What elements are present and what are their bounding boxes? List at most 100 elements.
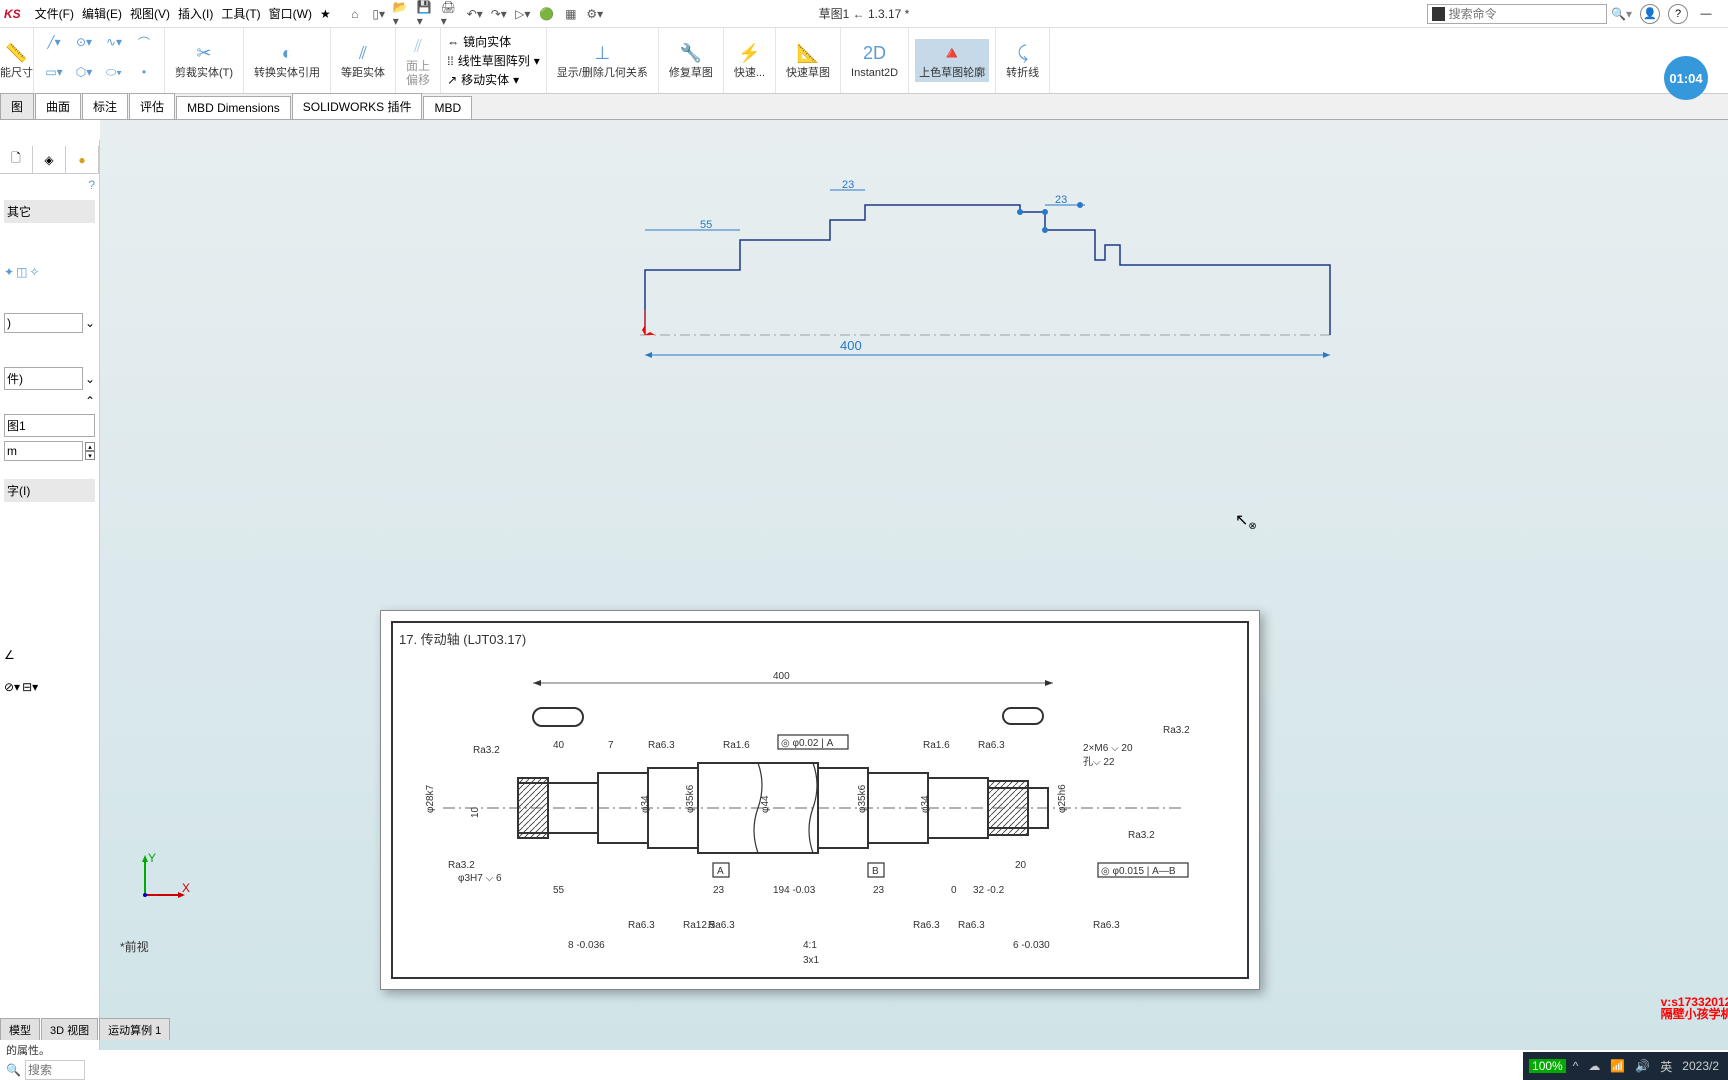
tray-up-icon[interactable]: ^ xyxy=(1570,1059,1582,1073)
rebuild-icon[interactable]: 🟢 xyxy=(537,4,557,24)
circle-icon[interactable]: ⊙▾ xyxy=(70,35,98,49)
dropdown-icon[interactable]: ⌄ xyxy=(85,316,95,330)
field-1[interactable]: ) xyxy=(4,313,83,333)
menu-edit[interactable]: 编辑(E) xyxy=(82,5,122,22)
menu-view[interactable]: 视图(V) xyxy=(130,5,170,22)
sketch-field[interactable]: 图1 xyxy=(4,414,95,437)
star-icon[interactable]: ✦ xyxy=(4,265,14,279)
shade-sketch-button[interactable]: 🔺上色草图轮廓 xyxy=(915,39,989,81)
redo-icon[interactable]: ↷▾ xyxy=(489,4,509,24)
help-icon[interactable]: ? xyxy=(1668,4,1688,24)
blank-field-1[interactable] xyxy=(4,614,95,634)
ellipse-icon[interactable]: ⬭▾ xyxy=(100,65,128,80)
slot-icon[interactable]: ⊟▾ xyxy=(22,680,38,694)
home-icon[interactable]: ⌂ xyxy=(345,4,365,24)
svg-text:Ra3.2: Ra3.2 xyxy=(448,860,475,871)
instant2d-button[interactable]: 2DInstant2D xyxy=(847,39,902,81)
svg-text:23: 23 xyxy=(713,885,725,896)
star2-icon[interactable]: ✧ xyxy=(29,265,39,279)
repair-button[interactable]: 🔧修复草图 xyxy=(665,39,717,81)
polygon-icon[interactable]: ⬡▾ xyxy=(70,65,98,79)
quick2-icon: 📐 xyxy=(796,41,820,65)
tab-plugin[interactable]: SOLIDWORKS 插件 xyxy=(292,93,423,119)
svg-text:A: A xyxy=(717,866,724,877)
menu-tools[interactable]: 工具(T) xyxy=(221,5,260,22)
menu-bar: KS 文件(F) 编辑(E) 视图(V) 插入(I) 工具(T) 窗口(W) ★… xyxy=(0,0,1728,28)
quick-button[interactable]: ⚡快速... xyxy=(730,39,769,81)
point-icon[interactable]: • xyxy=(130,65,158,79)
instant-icon: 2D xyxy=(863,41,887,65)
tray-ime[interactable]: 英 xyxy=(1657,1058,1675,1075)
step-up-icon[interactable]: ▴ xyxy=(85,442,95,451)
tray-sound-icon[interactable]: 🔊 xyxy=(1632,1059,1653,1073)
user-icon[interactable]: 👤 xyxy=(1640,4,1660,24)
surface-offset-button[interactable]: ⫽面上偏移 xyxy=(402,32,434,88)
mirror-button[interactable]: ⇔镜向实体 xyxy=(447,33,511,50)
tab-surface[interactable]: 曲面 xyxy=(35,93,81,119)
config-tab-icon[interactable]: ◈ xyxy=(33,146,66,173)
tray-wifi-icon[interactable]: 📶 xyxy=(1607,1059,1628,1073)
tab-3dview[interactable]: 3D 视图 xyxy=(41,1018,98,1040)
search-dropdown-icon[interactable]: 🔍▾ xyxy=(1611,7,1632,21)
tab-annotation[interactable]: 标注 xyxy=(82,93,128,119)
convert-button[interactable]: ◐转换实体引用 xyxy=(250,39,324,81)
menu-window[interactable]: 窗口(W) xyxy=(269,5,312,22)
save-icon[interactable]: 💾▾ xyxy=(417,4,437,24)
cube-icon[interactable]: ◫ xyxy=(16,265,27,279)
name-text-field[interactable] xyxy=(4,504,95,554)
svg-text:194 -0.03: 194 -0.03 xyxy=(773,885,816,896)
offset-button[interactable]: ⫽等距实体 xyxy=(337,39,389,81)
svg-text:4:1: 4:1 xyxy=(803,940,817,951)
options-icon[interactable]: ▦ xyxy=(561,4,581,24)
smart-dim-button[interactable]: 📏 能尺寸 xyxy=(0,39,37,81)
undo-icon[interactable]: ↶▾ xyxy=(465,4,485,24)
tab-evaluate[interactable]: 评估 xyxy=(129,93,175,119)
fm-tab-icon[interactable]: 🗋 xyxy=(0,146,33,173)
print-icon[interactable]: 🖨▾ xyxy=(441,4,461,24)
footer-search-input[interactable] xyxy=(25,1060,85,1080)
trim-button[interactable]: ✂剪裁实体(T) xyxy=(171,39,237,81)
diam-icon[interactable]: ⊘▾ xyxy=(4,680,20,694)
minimize-icon[interactable]: — xyxy=(1696,4,1716,24)
quick-sketch-button[interactable]: 📐快速草图 xyxy=(782,39,834,81)
break-line-button[interactable]: ⤹转折线 xyxy=(1002,39,1043,81)
appearance-tab-icon[interactable]: ● xyxy=(66,146,99,173)
m-field[interactable]: m xyxy=(4,441,83,461)
line-icon[interactable]: ╱▾ xyxy=(40,35,68,49)
new-icon[interactable]: ▯▾ xyxy=(369,4,389,24)
zoom-indicator[interactable]: 100% xyxy=(1529,1059,1566,1073)
command-search[interactable] xyxy=(1427,4,1607,24)
rect-icon[interactable]: ▭▾ xyxy=(40,65,68,79)
dropdown-icon[interactable]: ⌄ xyxy=(85,372,95,386)
coord-triad[interactable]: Y X xyxy=(130,850,190,910)
tray-time[interactable]: 2023/2 xyxy=(1679,1059,1722,1073)
spline-icon[interactable]: ∿▾ xyxy=(100,35,128,49)
drawing-title: 17. 传动轴 (LJT03.17) xyxy=(399,632,526,647)
open-icon[interactable]: 📂▾ xyxy=(393,4,413,24)
graphics-canvas[interactable]: 23 23 55 400 17. 传动轴 (LJT03.17) 400 xyxy=(100,120,1728,1050)
menu-file[interactable]: 文件(F) xyxy=(35,5,74,22)
pattern-button[interactable]: ⁞⁞线性草图阵列▾ xyxy=(447,52,540,69)
tab-mbd-dim[interactable]: MBD Dimensions xyxy=(176,96,291,119)
command-search-input[interactable] xyxy=(1449,7,1602,21)
select-icon[interactable]: ▷▾ xyxy=(513,4,533,24)
field-2[interactable]: 件) xyxy=(4,367,83,390)
menu-insert[interactable]: 插入(I) xyxy=(178,5,213,22)
display-relations-button[interactable]: ⊥显示/删除几何关系 xyxy=(553,39,652,81)
gear-icon[interactable]: ⚙▾ xyxy=(585,4,605,24)
menu-star[interactable]: ★ xyxy=(320,7,331,21)
tray-cloud-icon[interactable]: ☁ xyxy=(1585,1059,1603,1073)
chevron-up-icon[interactable]: ⌃ xyxy=(85,394,95,408)
tab-motion[interactable]: 运动算例 1 xyxy=(99,1018,170,1040)
tab-sketch[interactable]: 图 xyxy=(0,93,34,119)
panel-help-icon[interactable]: ? xyxy=(88,178,95,192)
svg-text:Ra3.2: Ra3.2 xyxy=(473,745,500,756)
tab-mbd[interactable]: MBD xyxy=(423,96,472,119)
move-button[interactable]: ↗移动实体▾ xyxy=(447,71,519,88)
svg-text:X: X xyxy=(182,881,190,895)
arc-icon[interactable]: ⌒ xyxy=(130,34,158,51)
step-down-icon[interactable]: ▾ xyxy=(85,451,95,460)
angle-icon[interactable]: ∠ xyxy=(4,648,15,662)
system-tray: 100% ^ ☁ 📶 🔊 英 2023/2 xyxy=(1523,1052,1728,1080)
tab-model[interactable]: 模型 xyxy=(0,1018,40,1040)
